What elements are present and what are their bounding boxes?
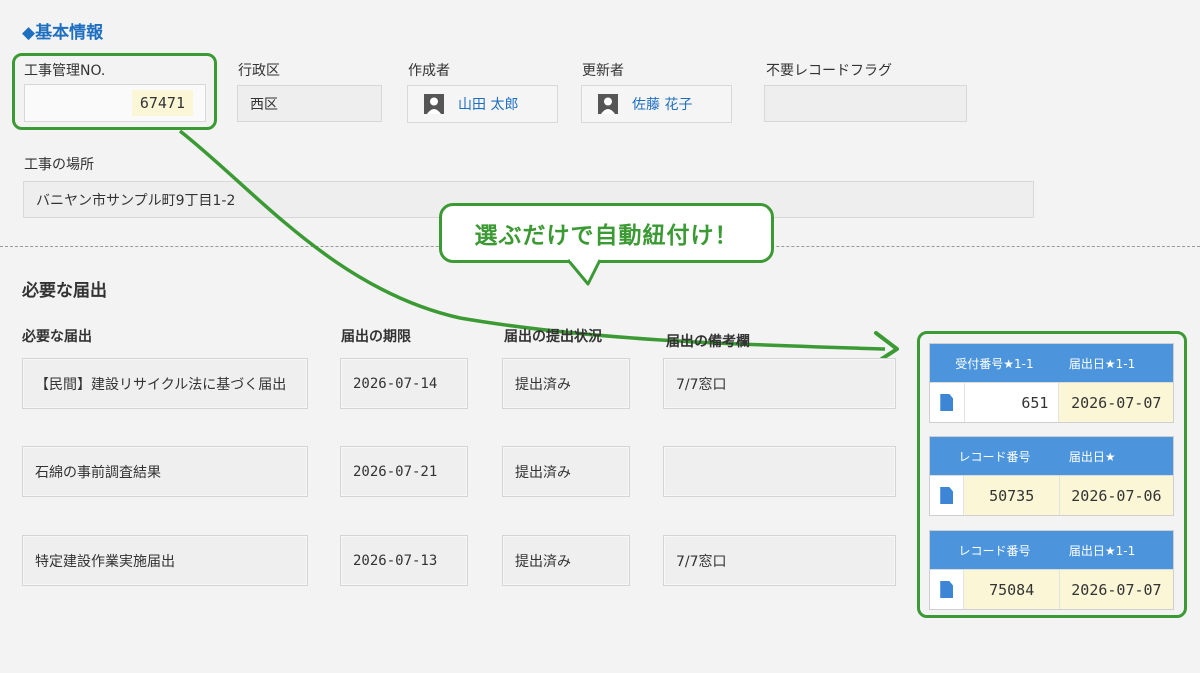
header-number: 受付番号★1-1 [955,356,1034,371]
table-row-2-note[interactable] [663,446,896,497]
status-value: 提出済み [515,464,571,481]
record-date: 2026-07-07 [1071,393,1162,412]
linked-record-table-2: レコード番号 届出日★ 50735 2026-07-06 [929,436,1174,516]
col-head-notification: 必要な届出 [22,329,92,345]
table-row-3-note[interactable]: 7/7窓口 [663,535,896,586]
header-number: レコード番号 [958,543,1031,558]
table-row-1-note[interactable]: 7/7窓口 [663,358,896,409]
document-icon[interactable] [940,581,954,598]
table-row-1-name[interactable]: 【民間】建設リサイクル法に基づく届出 [22,358,308,409]
record-date: 2026-07-07 [1071,580,1162,599]
table-row-1-status[interactable]: 提出済み [502,358,630,409]
record-number: 50735 [989,486,1035,505]
header-number: レコード番号 [958,449,1031,464]
notification-name: 【民間】建設リサイクル法に基づく届出 [35,376,287,393]
document-icon[interactable] [940,487,954,504]
col-head-deadline: 届出の期限 [341,329,411,345]
record-number: 651 [1021,393,1049,412]
record-number: 75084 [989,580,1035,599]
table-row-3-name[interactable]: 特定建設作業実施届出 [22,535,308,586]
header-date: 届出日★ [1068,449,1116,464]
note-value: 7/7窓口 [676,376,727,393]
deadline-value: 2026-07-14 [353,375,438,392]
table-row-3-status[interactable]: 提出済み [502,535,630,586]
table-row-1-deadline[interactable]: 2026-07-14 [340,358,468,409]
linked-record-table-1: 受付番号★1-1 届出日★1-1 651 2026-07-07 [929,343,1174,423]
header-date: 届出日★1-1 [1068,543,1136,558]
table-row-2-status[interactable]: 提出済み [502,446,630,497]
document-icon[interactable] [940,394,954,411]
notification-name: 特定建設作業実施届出 [35,553,175,570]
header-date: 届出日★1-1 [1068,356,1136,371]
notification-name: 石綿の事前調査結果 [35,464,161,481]
notifications-title: 必要な届出 [22,281,107,301]
table-row-2-deadline[interactable]: 2026-07-21 [340,446,468,497]
table-row-3-deadline[interactable]: 2026-07-13 [340,535,468,586]
status-value: 提出済み [515,553,571,570]
table-row-2-name[interactable]: 石綿の事前調査結果 [22,446,308,497]
deadline-value: 2026-07-21 [353,463,438,480]
col-head-status: 届出の提出状況 [504,329,602,345]
status-value: 提出済み [515,376,571,393]
note-value: 7/7窓口 [676,553,727,570]
deadline-value: 2026-07-13 [353,552,438,569]
record-date: 2026-07-06 [1071,486,1162,505]
col-head-note: 届出の備考欄 [666,334,750,350]
linked-record-table-3: レコード番号 届出日★1-1 75084 2026-07-07 [929,530,1174,610]
